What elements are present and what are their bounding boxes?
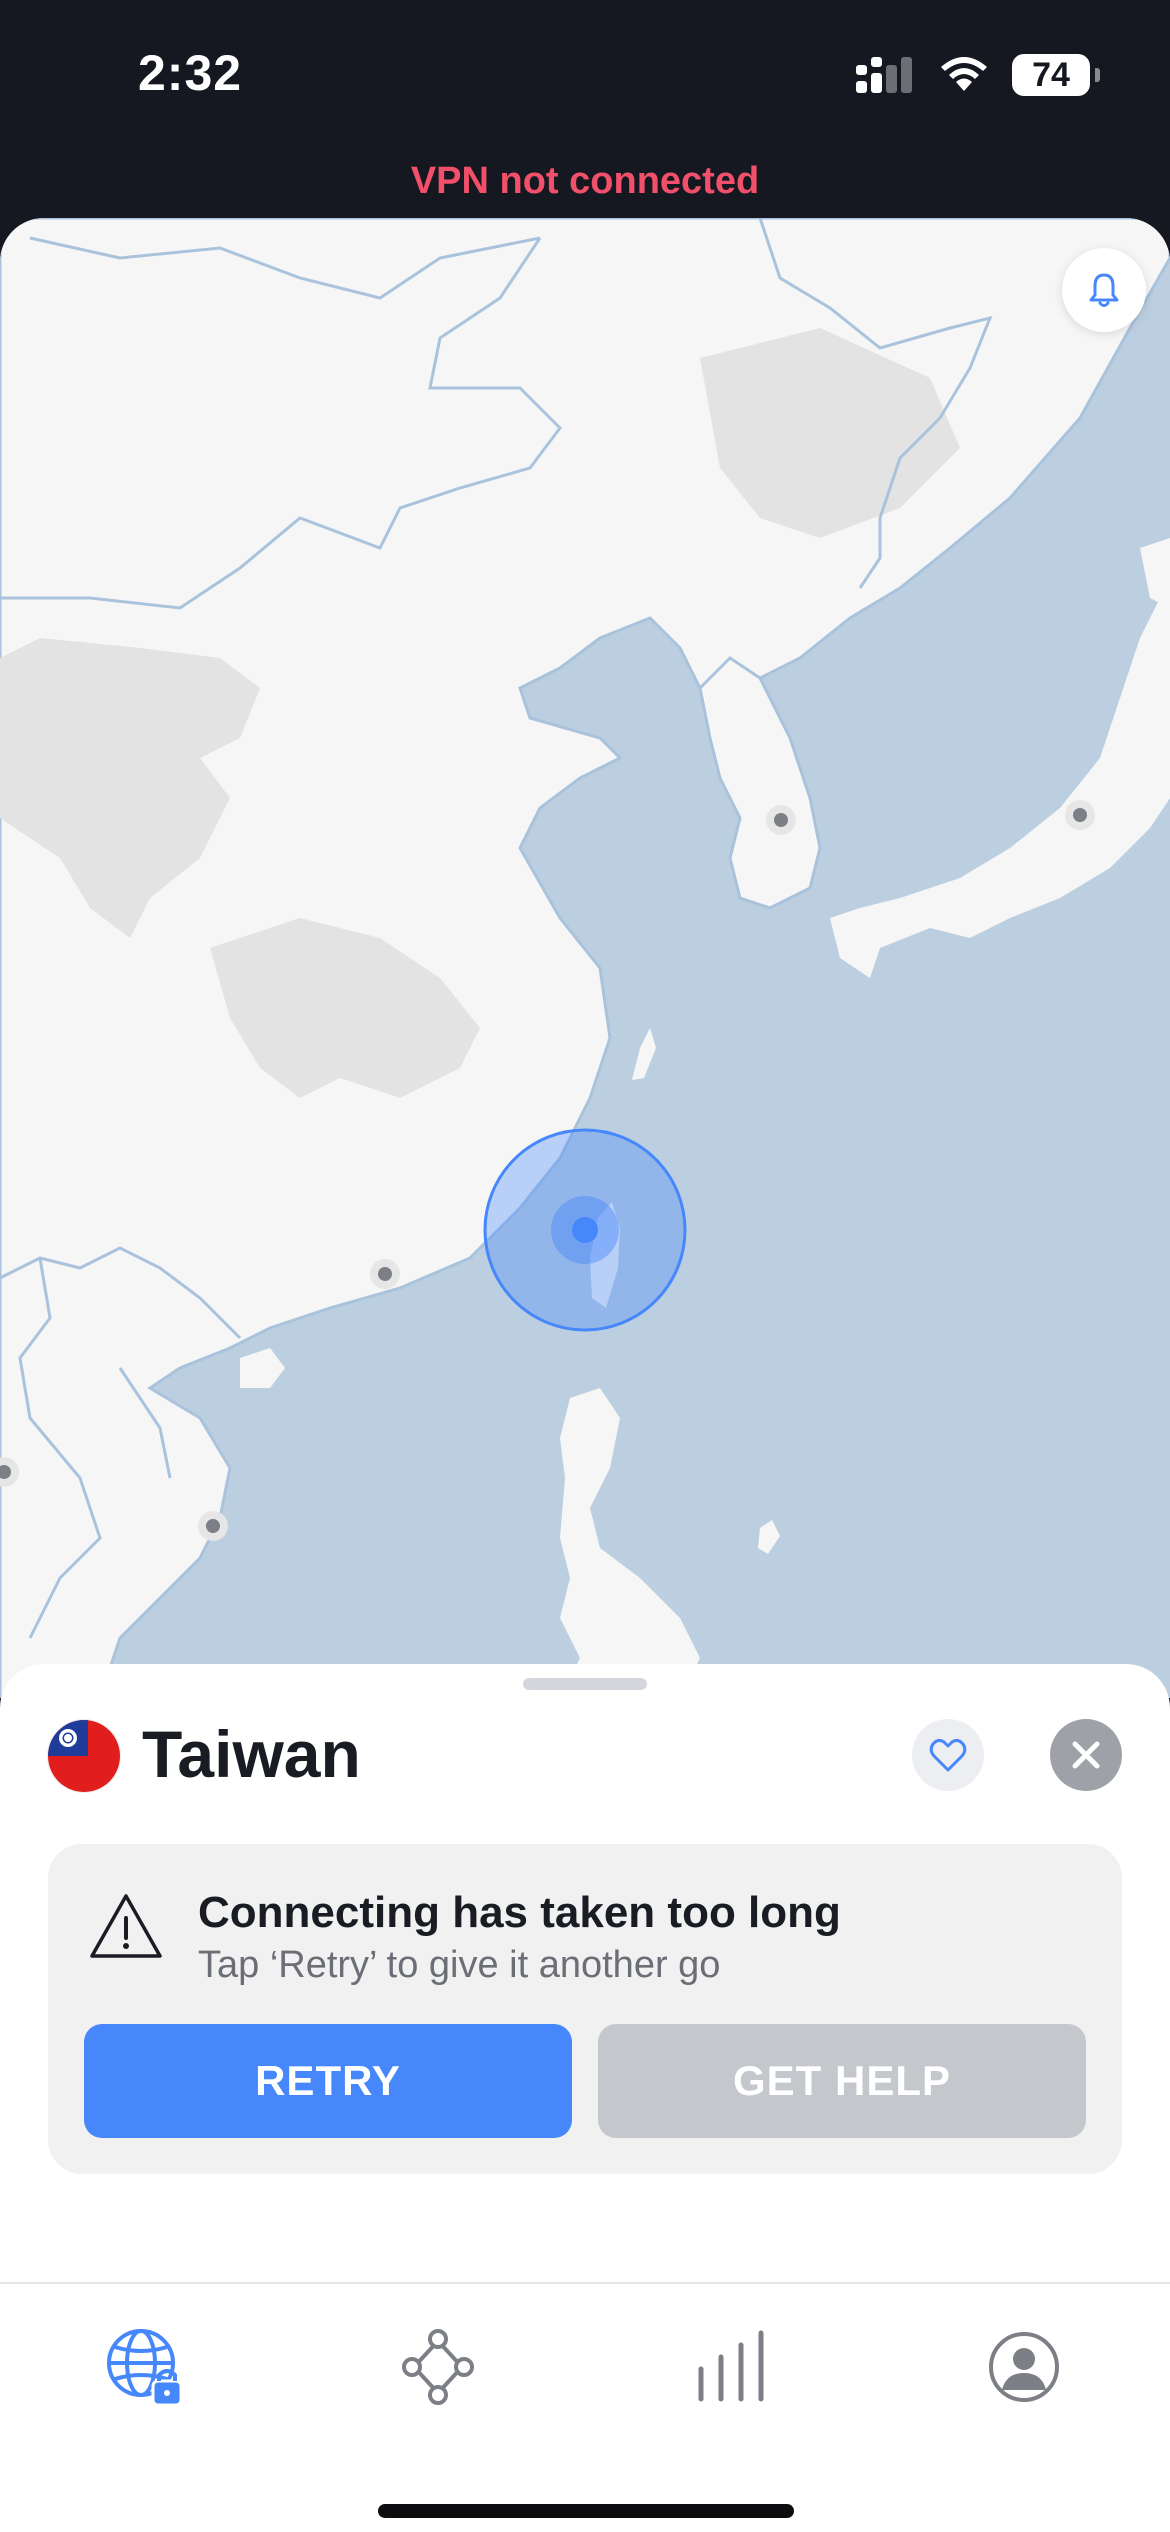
land-hokkaido (1140, 538, 1170, 608)
close-icon (1072, 1741, 1100, 1769)
battery-icon: 74 (1012, 54, 1100, 96)
alert-subtitle: Tap ‘Retry’ to give it another go (198, 1944, 721, 1986)
tab-stats[interactable] (686, 2322, 776, 2412)
land-island-2 (758, 1520, 780, 1554)
server-pin-icon[interactable] (370, 1259, 400, 1289)
alert-title: Connecting has taken too long (198, 1888, 841, 1937)
tab-profile[interactable] (979, 2322, 1069, 2412)
close-button[interactable] (1050, 1719, 1122, 1791)
selected-location-pin-icon[interactable] (483, 1128, 687, 1332)
land-hainan (240, 1348, 285, 1388)
tab-map[interactable] (100, 2322, 190, 2412)
favorite-button[interactable] (912, 1719, 984, 1791)
app-screen: 2:32 74 VPN not connected Taiwan Connect… (0, 0, 1170, 2532)
home-indicator (378, 2504, 794, 2518)
taiwan-flag-icon (48, 1720, 120, 1792)
land-japan (830, 578, 1170, 978)
country-sheet: Taiwan Connecting has taken too long Tap… (0, 1664, 1170, 2532)
tab-bar (0, 2282, 1170, 2532)
server-pin-icon[interactable] (198, 1511, 228, 1541)
notifications-button[interactable] (1062, 248, 1146, 332)
status-bar: 2:32 74 (0, 0, 1170, 150)
battery-level: 74 (1032, 55, 1070, 94)
get-help-button[interactable]: GET HELP (598, 2024, 1086, 2138)
server-pin-icon[interactable] (766, 805, 796, 835)
bell-icon (1089, 273, 1119, 307)
profile-icon (989, 2332, 1059, 2402)
vpn-status-label: VPN not connected (410, 160, 760, 202)
land-korea (698, 656, 822, 910)
land-island (632, 1028, 656, 1080)
map-canvas (0, 218, 1170, 1698)
retry-button[interactable]: RETRY (84, 2024, 572, 2138)
bars-icon (698, 2330, 764, 2402)
connection-alert-card: Connecting has taken too long Tap ‘Retry… (48, 1844, 1122, 2174)
tab-meshnet[interactable] (393, 2322, 483, 2412)
sheet-grabber[interactable] (523, 1678, 647, 1690)
land-philippines (560, 1388, 700, 1698)
status-icons: 74 (854, 54, 1100, 96)
server-pin-icon[interactable] (1065, 800, 1095, 830)
status-time: 2:32 (138, 45, 243, 101)
globe-lock-icon (107, 2329, 183, 2407)
world-map[interactable] (0, 218, 1170, 1698)
heart-icon (929, 1738, 967, 1772)
country-name: Taiwan (142, 1717, 361, 1791)
wifi-icon (941, 57, 987, 91)
warning-icon (90, 1894, 162, 1958)
cellular-signal-icon (856, 57, 912, 93)
meshnet-icon (402, 2329, 474, 2405)
